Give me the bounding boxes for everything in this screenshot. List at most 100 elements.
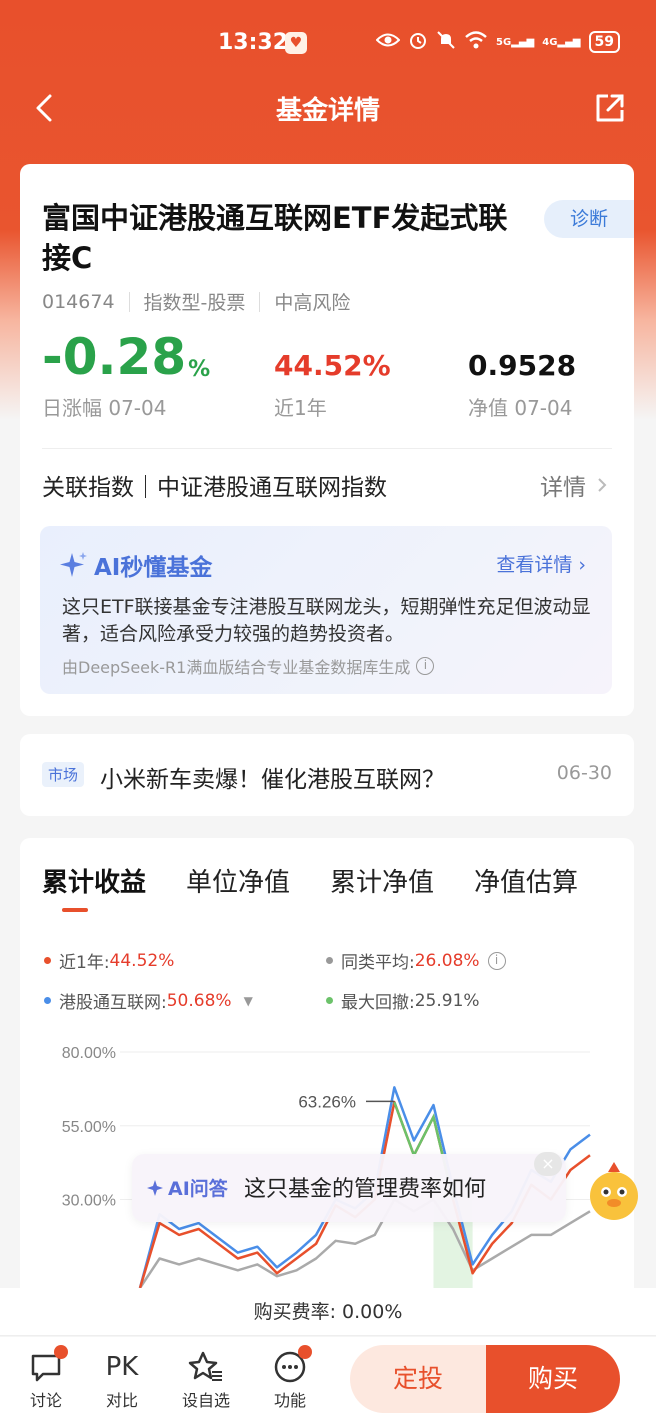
index-detail-link[interactable]: 详情 bbox=[540, 468, 612, 502]
star-list-icon bbox=[188, 1351, 222, 1381]
eye-icon bbox=[375, 31, 401, 53]
news-title: 小米新车卖爆！催化港股互联网？ bbox=[100, 767, 445, 793]
ai-qa-prompt[interactable]: AI问答 这只基金的管理费率如何 bbox=[132, 1154, 566, 1222]
info-icon[interactable]: i bbox=[487, 951, 506, 970]
tab-unit-nav[interactable]: 单位净值 bbox=[186, 862, 290, 899]
tab-cumulative-return[interactable]: 累计收益 bbox=[42, 862, 146, 899]
fund-category: 指数型-股票 bbox=[143, 292, 246, 314]
peak-annotation-label: 63.26% bbox=[298, 1092, 356, 1111]
app-notification-icon: ♥ bbox=[285, 32, 307, 54]
nav-value: 0.9528 bbox=[468, 349, 577, 382]
pk-icon-text: PK bbox=[105, 1352, 139, 1382]
fund-meta: 014674 指数型-股票 中高风险 bbox=[42, 288, 350, 315]
notification-badge bbox=[54, 1345, 68, 1359]
ai-summary-footer-text: 由DeepSeek-R1满血版结合专业基金数据库生成 bbox=[62, 658, 411, 677]
fund-info-card: 富国中证港股通互联网ETF发起式联接C 诊断 014674 指数型-股票 中高风… bbox=[20, 164, 634, 716]
divider bbox=[42, 448, 612, 449]
legend-drawdown-label: 最大回撤: bbox=[341, 993, 415, 1013]
legend-index-label: 港股通互联网: bbox=[59, 993, 167, 1013]
diagnose-button[interactable]: 诊断 bbox=[544, 200, 634, 238]
legend-dot bbox=[326, 957, 333, 964]
signal-5g-icon: 5G▂▄▆ bbox=[496, 36, 535, 48]
share-button[interactable] bbox=[592, 90, 628, 126]
legend-dot bbox=[326, 997, 333, 1004]
ai-summary-box[interactable]: AI秒懂基金 查看详情 › 这只ETF联接基金专注港股互联网龙头，短期弹性充足但… bbox=[40, 526, 612, 694]
year-return-value: 44.52% bbox=[274, 349, 391, 382]
news-tag: 市场 bbox=[42, 762, 85, 787]
news-date: 06-30 bbox=[556, 762, 612, 784]
alarm-icon bbox=[408, 30, 428, 54]
ai-summary-more-label: 查看详情 bbox=[496, 554, 573, 576]
close-icon[interactable]: × bbox=[534, 1152, 562, 1176]
bottom-action-bar: 讨论 PK 对比 设自选 功能 定投 购买 bbox=[0, 1337, 656, 1424]
ai-summary-title-text: AI秒懂基金 bbox=[94, 555, 213, 581]
legend-index-value: 50.68% bbox=[166, 990, 232, 1011]
chevron-right-icon bbox=[598, 478, 607, 492]
legend-index[interactable]: 港股通互联网: 50.68% ▼ bbox=[44, 988, 253, 1013]
daily-change-value: -0.28 bbox=[42, 328, 187, 386]
legend-fund-value: 44.52% bbox=[109, 950, 175, 971]
wifi-icon bbox=[464, 31, 488, 53]
sip-button[interactable]: 定投 bbox=[350, 1345, 486, 1413]
daily-change-unit: % bbox=[188, 357, 211, 382]
compare-label: 对比 bbox=[105, 1391, 138, 1410]
info-icon[interactable]: i bbox=[416, 657, 435, 675]
ai-qa-label-text: AI问答 bbox=[168, 1178, 228, 1200]
features-label: 功能 bbox=[273, 1391, 306, 1410]
meta-divider bbox=[128, 291, 130, 312]
features-button[interactable]: 功能 bbox=[260, 1345, 320, 1411]
buy-button[interactable]: 购买 bbox=[486, 1345, 620, 1413]
add-watchlist-button[interactable]: 设自选 bbox=[176, 1347, 236, 1411]
chevron-right-icon: › bbox=[578, 554, 586, 576]
legend-dot bbox=[44, 997, 51, 1004]
signal-5g-label: 5G bbox=[496, 36, 512, 48]
nav-stat: 0.9528 净值 07-04 bbox=[468, 336, 576, 421]
ai-summary-footer: 由DeepSeek-R1满血版结合专业基金数据库生成 i bbox=[62, 654, 435, 678]
notification-badge bbox=[298, 1345, 312, 1359]
legend-dot bbox=[44, 957, 51, 964]
related-index-text: 关联指数｜中证港股通互联网指数 bbox=[42, 475, 387, 501]
pk-icon: PK bbox=[92, 1347, 152, 1387]
ai-qa-label: AI问答 bbox=[146, 1174, 228, 1201]
discuss-button[interactable]: 讨论 bbox=[16, 1345, 76, 1411]
status-bar: 13:32 ♥ 5G▂▄▆ 4G▂▄▆ 59 bbox=[0, 0, 656, 80]
fund-code: 014674 bbox=[42, 290, 115, 313]
ai-summary-text: 这只ETF联接基金专注港股互联网龙头，短期弹性充足但波动显著，适合风险承受力较强… bbox=[62, 596, 591, 645]
fund-name: 富国中证港股通互联网ETF发起式联接C bbox=[42, 201, 508, 275]
news-card[interactable]: 市场 小米新车卖爆！催化港股互联网？ 06-30 bbox=[20, 734, 634, 816]
tab-cumulative-nav[interactable]: 累计净值 bbox=[330, 862, 434, 899]
tab-nav-estimate[interactable]: 净值估算 bbox=[474, 862, 578, 899]
legend-peer: 同类平均: 26.08% i bbox=[326, 948, 506, 973]
page-title: 基金详情 bbox=[275, 96, 380, 126]
sparkle-icon bbox=[60, 552, 87, 577]
legend-peer-label: 同类平均: bbox=[341, 953, 415, 973]
purchase-fee-bar: 购买费率: 0.00% bbox=[0, 1288, 656, 1336]
year-return-stat: 44.52% 近1年 bbox=[274, 336, 391, 421]
ai-qa-question: 这只基金的管理费率如何 bbox=[244, 1177, 487, 1202]
add-watchlist-label: 设自选 bbox=[181, 1391, 230, 1410]
battery-icon: 59 bbox=[588, 31, 620, 53]
legend-drawdown-value: 25.91% bbox=[414, 990, 480, 1011]
related-index-row[interactable]: 关联指数｜中证港股通互联网指数 详情 bbox=[42, 464, 612, 504]
daily-change-label: 日涨幅 07-04 bbox=[42, 396, 167, 420]
chart-tabs: 累计收益 单位净值 累计净值 净值估算 bbox=[42, 862, 578, 899]
legend-drawdown: 最大回撤: 25.91% bbox=[326, 988, 480, 1013]
status-time: 13:32 bbox=[218, 30, 289, 55]
active-tab-indicator bbox=[62, 908, 88, 912]
nav-label: 净值 07-04 bbox=[468, 396, 573, 420]
fund-risk: 中高风险 bbox=[274, 292, 351, 314]
y-tick-label: 55.00% bbox=[62, 1119, 116, 1136]
dropdown-caret-icon[interactable]: ▼ bbox=[244, 994, 253, 1008]
compare-button[interactable]: PK 对比 bbox=[92, 1347, 152, 1411]
index-detail-label: 详情 bbox=[540, 475, 586, 501]
ai-summary-more-link[interactable]: 查看详情 › bbox=[496, 550, 586, 577]
legend-fund: 近1年: 44.52% bbox=[44, 948, 174, 973]
ai-summary-title: AI秒懂基金 bbox=[60, 548, 212, 582]
signal-4g-label: 4G bbox=[542, 36, 558, 48]
status-icons: 5G▂▄▆ 4G▂▄▆ 59 bbox=[375, 30, 620, 54]
discuss-label: 讨论 bbox=[29, 1391, 62, 1410]
daily-change-stat: -0.28 % 日涨幅 07-04 bbox=[42, 328, 211, 421]
signal-4g-icon: 4G▂▄▆ bbox=[542, 36, 581, 48]
mascot-icon[interactable] bbox=[584, 1158, 644, 1224]
y-tick-label: 80.00% bbox=[62, 1045, 116, 1062]
